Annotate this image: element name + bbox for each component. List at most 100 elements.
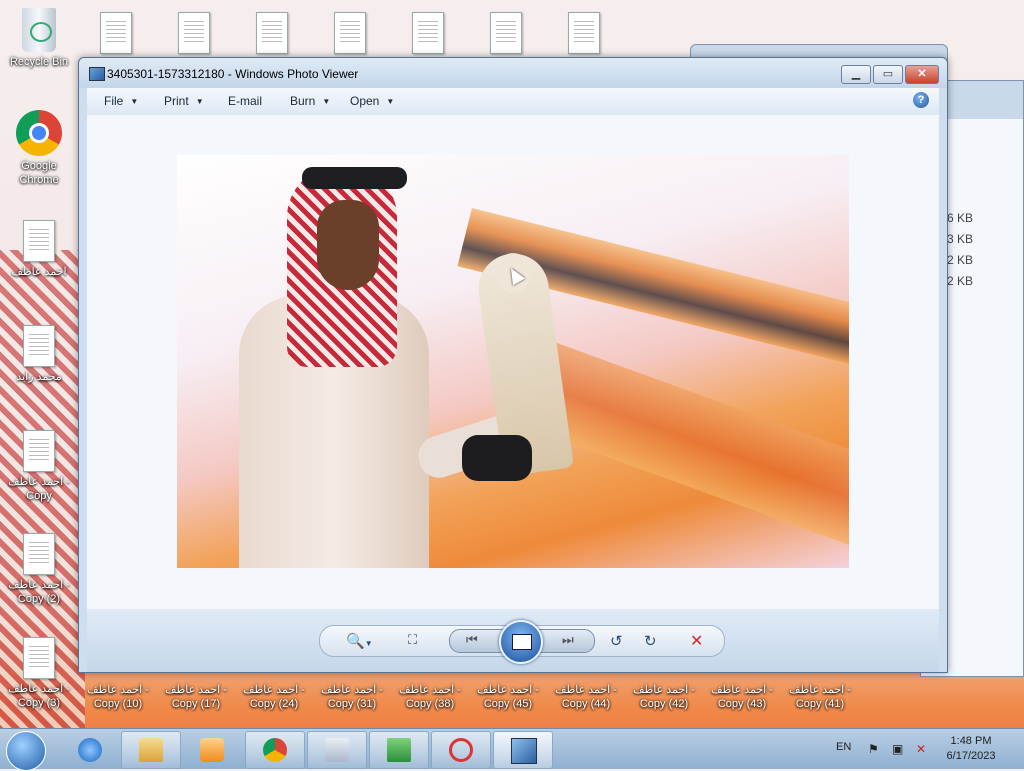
desktop-icon-file[interactable]: احمد عاطف - Copy <box>3 430 75 503</box>
slideshow-icon[interactable] <box>499 620 543 664</box>
displayed-photo <box>177 155 849 568</box>
taskbar: EN ⚑ ▣ ✕ 1:48 PM 6/17/2023 <box>0 728 1024 771</box>
network-icon[interactable]: ▣ <box>892 742 903 756</box>
on-screen-keyboard-icon <box>325 738 349 762</box>
desktop-icon-file[interactable]: احمد عاطف - Copy (43) <box>706 683 778 711</box>
desktop-icon-label: Recycle Bin <box>9 56 69 68</box>
rotate-clockwise-icon[interactable]: ↻ <box>644 632 657 650</box>
internet-explorer-icon <box>78 738 102 762</box>
action-center-flag-icon[interactable]: ⚑ <box>868 742 879 756</box>
download-icon <box>387 738 411 762</box>
desktop-icon-file[interactable]: احمد عاطف - Copy (42) <box>628 683 700 711</box>
taskbar-internet-explorer[interactable] <box>60 731 120 769</box>
desktop-file-icon[interactable] <box>100 12 132 54</box>
desktop-icon-file[interactable]: احمد عاطف - Copy (2) <box>3 533 75 606</box>
desktop-icon-label: احمد عاطف - Copy (41) <box>789 684 851 710</box>
chrome-icon <box>16 110 62 156</box>
desktop-file-icon[interactable] <box>256 12 288 54</box>
document-file-icon <box>23 325 55 367</box>
desktop-icon-label: احمد عاطف - Copy (17) <box>165 684 227 710</box>
menu-file-label: File <box>104 94 124 108</box>
menu-print-label: Print <box>164 94 189 108</box>
desktop-icon-label: احمد عاطف - Copy (3) <box>8 683 70 709</box>
chrome-icon <box>263 738 287 762</box>
start-button[interactable] <box>6 731 46 771</box>
photo-agal <box>302 167 407 189</box>
desktop-file-icon[interactable] <box>568 12 600 54</box>
media-player-icon <box>200 738 224 762</box>
next-icon[interactable]: ⏭ <box>562 632 574 648</box>
desktop-file-icon[interactable] <box>334 12 366 54</box>
help-icon[interactable]: ? <box>913 92 929 108</box>
taskbar-photo-viewer[interactable] <box>493 731 553 769</box>
chevron-down-icon: ▼ <box>322 97 331 106</box>
desktop-icon-label: Google Chrome <box>19 160 59 186</box>
actual-size-icon[interactable]: ⛶ <box>408 632 417 648</box>
desktop-icon-file[interactable]: احمد عاطف - Copy (3) <box>3 637 75 710</box>
chevron-down-icon: ▼ <box>195 97 204 106</box>
desktop-file-icon[interactable] <box>412 12 444 54</box>
desktop-icon-label: احمد عاطف - Copy (42) <box>633 684 695 710</box>
desktop-icon-label: احمد عاطف - Copy (10) <box>87 684 149 710</box>
clock-date: 6/17/2023 <box>946 750 996 762</box>
desktop-file-icon[interactable] <box>178 12 210 54</box>
close-button[interactable]: ✕ <box>905 65 939 84</box>
system-clock[interactable]: 1:48 PM 6/17/2023 <box>946 734 996 764</box>
volume-muted-icon[interactable]: ✕ <box>916 742 926 756</box>
desktop-icon-recycle-bin[interactable]: Recycle Bin <box>3 8 75 69</box>
taskbar-chrome[interactable] <box>245 731 305 769</box>
desktop-icon-label: احمد عاطف - Copy (45) <box>477 684 539 710</box>
language-indicator[interactable]: EN <box>836 741 851 753</box>
desktop-icon-file[interactable]: محمد زايد <box>3 325 75 384</box>
taskbar-explorer[interactable] <box>121 731 181 769</box>
text-file-icon <box>23 430 55 472</box>
desktop-icon-label: محمد زايد <box>16 371 62 383</box>
taskbar-keyboard[interactable] <box>307 731 367 769</box>
desktop-icon-label: احمد عاطف - Copy (38) <box>399 684 461 710</box>
desktop-icon-file[interactable]: احمد عاطف - Copy (31) <box>316 683 388 711</box>
desktop-icon-file[interactable]: احمد عاطف - Copy (24) <box>238 683 310 711</box>
menu-bar: File ▼ Print ▼ E-mail Burn ▼ Open ▼ ? <box>87 88 939 116</box>
controls-group: 🔍▼ ⛶ ⏮ ⏭ ↺ ↻ ✕ <box>319 620 725 664</box>
desktop-icon-file[interactable]: احمد عاطف - Copy (45) <box>472 683 544 711</box>
rotate-counterclockwise-icon[interactable]: ↺ <box>610 632 623 650</box>
folder-icon <box>139 738 163 762</box>
maximize-button[interactable]: ▭ <box>873 65 903 84</box>
scissors-icon <box>449 738 473 762</box>
taskbar-media-player[interactable] <box>182 731 242 769</box>
text-file-icon <box>23 533 55 575</box>
desktop-icon-file[interactable]: احمد عاطف - Copy (44) <box>550 683 622 711</box>
text-file-icon <box>23 637 55 679</box>
menu-open-label: Open <box>350 94 380 108</box>
desktop-icon-file[interactable]: احمد عاطف - Copy (38) <box>394 683 466 711</box>
photo-viewer-window[interactable]: 3405301-1573312180 - Windows Photo Viewe… <box>78 57 948 673</box>
menu-file[interactable]: File ▼ <box>104 94 138 108</box>
menu-email[interactable]: E-mail <box>228 94 262 108</box>
taskbar-snipping-tool[interactable] <box>431 731 491 769</box>
menu-burn[interactable]: Burn ▼ <box>290 94 330 108</box>
title-bar[interactable]: 3405301-1573312180 - Windows Photo Viewe… <box>79 58 947 88</box>
desktop-icon-google-chrome[interactable]: Google Chrome <box>3 110 75 187</box>
desktop-icon-file[interactable]: احمد عاطف <box>3 220 75 279</box>
desktop-icon-label: احمد عاطف - Copy <box>8 476 70 502</box>
chevron-down-icon: ▼ <box>130 97 139 106</box>
photo-man-face <box>317 200 379 290</box>
image-canvas[interactable] <box>87 115 939 609</box>
minimize-button[interactable]: ▁ <box>841 65 871 84</box>
desktop-file-icon[interactable] <box>490 12 522 54</box>
menu-open[interactable]: Open ▼ <box>350 94 394 108</box>
previous-icon[interactable]: ⏮ <box>466 632 478 648</box>
delete-icon[interactable]: ✕ <box>690 631 703 651</box>
zoom-icon[interactable]: 🔍▼ <box>346 632 373 650</box>
desktop-icon-file[interactable]: احمد عاطف - Copy (10) <box>82 683 154 711</box>
desktop-icon-label: احمد عاطف - Copy (24) <box>243 684 305 710</box>
photo-falconry-glove <box>462 435 532 481</box>
desktop-icon-file[interactable]: احمد عاطف - Copy (17) <box>160 683 232 711</box>
desktop-icon-file[interactable]: احمد عاطف - Copy (41) <box>784 683 856 711</box>
desktop-icon-label: احمد عاطف - Copy (31) <box>321 684 383 710</box>
menu-email-label: E-mail <box>228 94 263 108</box>
taskbar-downloader[interactable] <box>369 731 429 769</box>
desktop-icon-label: احمد عاطف - Copy (43) <box>711 684 773 710</box>
file-size: 3 KB <box>946 232 973 246</box>
menu-print[interactable]: Print ▼ <box>164 94 204 108</box>
